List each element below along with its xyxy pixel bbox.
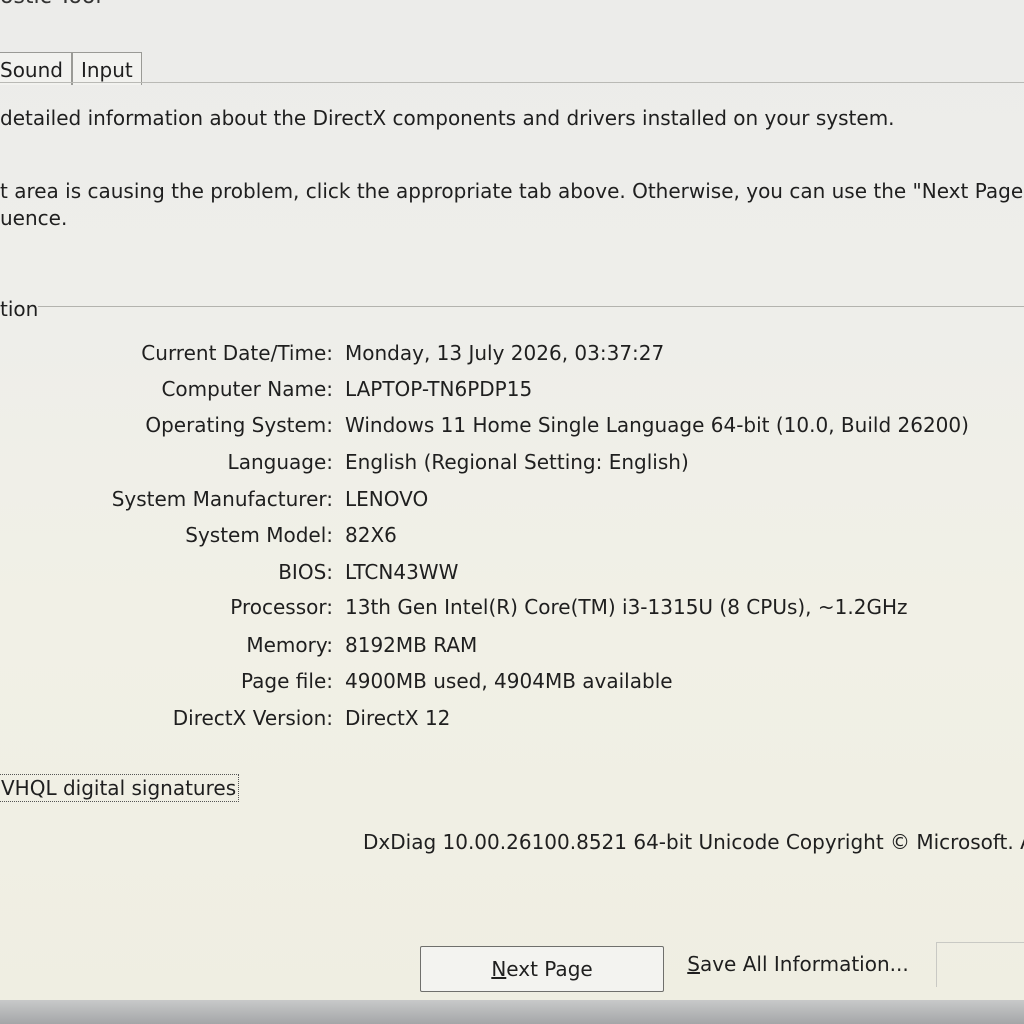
tab-divider: [0, 82, 1024, 83]
save-all-label: ave All Information...: [699, 952, 909, 976]
info-value: English (Regional Setting: English): [345, 450, 689, 474]
save-all-information-button[interactable]: Save All Information...: [682, 942, 914, 986]
system-information-group-label: tion: [0, 297, 39, 321]
info-row-bios: BIOS: LTCN43WW: [0, 560, 1024, 590]
intro-text-line2: t area is causing the problem, click the…: [0, 179, 1024, 203]
info-label: Operating System:: [145, 413, 333, 437]
info-value: LENOVO: [345, 487, 429, 511]
info-value: DirectX 12: [345, 706, 451, 730]
info-value: 4900MB used, 4904MB available: [345, 669, 673, 693]
info-value: Monday, 13 July 2026, 03:37:27: [345, 341, 665, 365]
dxdiag-window: ostic Tool Sound Input detailed informat…: [0, 0, 1024, 1024]
dxdiag-version-text: DxDiag 10.00.26100.8521 64-bit Unicode C…: [363, 830, 1024, 854]
info-label: System Manufacturer:: [111, 487, 333, 511]
info-row-manufacturer: System Manufacturer: LENOVO: [0, 487, 1024, 517]
info-label: BIOS:: [278, 560, 333, 584]
info-label: Memory:: [246, 633, 333, 657]
intro-text-block: t area is causing the problem, click the…: [0, 178, 1024, 232]
info-label: Language:: [227, 450, 333, 474]
info-value: Windows 11 Home Single Language 64-bit (…: [345, 413, 969, 437]
whql-signatures-checkbox[interactable]: VHQL digital signatures: [0, 774, 240, 802]
next-page-button[interactable]: Next Page: [420, 946, 664, 992]
info-row-memory: Memory: 8192MB RAM: [0, 633, 1024, 663]
group-divider: [38, 306, 1024, 307]
info-row-os: Operating System: Windows 11 Home Single…: [0, 413, 1024, 443]
intro-text-line1: detailed information about the DirectX c…: [0, 106, 895, 130]
next-page-mnemonic: N: [491, 957, 507, 981]
info-row-processor: Processor: 13th Gen Intel(R) Core(TM) i3…: [0, 595, 1024, 625]
next-page-label: ext Page: [506, 957, 593, 981]
window-title: ostic Tool: [0, 0, 101, 9]
info-label: DirectX Version:: [172, 706, 333, 730]
info-value: 13th Gen Intel(R) Core(TM) i3-1315U (8 C…: [345, 595, 908, 619]
info-label: Computer Name:: [161, 377, 333, 401]
info-row-page-file: Page file: 4900MB used, 4904MB available: [0, 669, 1024, 699]
info-row-datetime: Current Date/Time: Monday, 13 July 2026,…: [0, 341, 1024, 371]
info-label: System Model:: [185, 523, 333, 547]
info-label: Processor:: [230, 595, 333, 619]
tab-sound[interactable]: Sound: [0, 52, 72, 85]
info-row-model: System Model: 82X6: [0, 523, 1024, 553]
save-all-mnemonic: S: [687, 952, 700, 976]
intro-text-line3: uence.: [0, 206, 68, 230]
info-label: Page file:: [241, 669, 333, 693]
info-value: 8192MB RAM: [345, 633, 478, 657]
screen-bezel: [0, 1000, 1024, 1024]
info-value: LAPTOP-TN6PDP15: [345, 377, 533, 401]
info-value: 82X6: [345, 523, 397, 547]
exit-button-edge[interactable]: [936, 942, 1024, 987]
info-row-language: Language: English (Regional Setting: Eng…: [0, 450, 1024, 480]
info-value: LTCN43WW: [345, 560, 459, 584]
tab-input[interactable]: Input: [71, 52, 142, 85]
info-row-computer-name: Computer Name: LAPTOP-TN6PDP15: [0, 377, 1024, 407]
tab-strip: Sound Input: [0, 52, 142, 85]
info-label: Current Date/Time:: [141, 341, 333, 365]
info-row-directx-version: DirectX Version: DirectX 12: [0, 706, 1024, 736]
